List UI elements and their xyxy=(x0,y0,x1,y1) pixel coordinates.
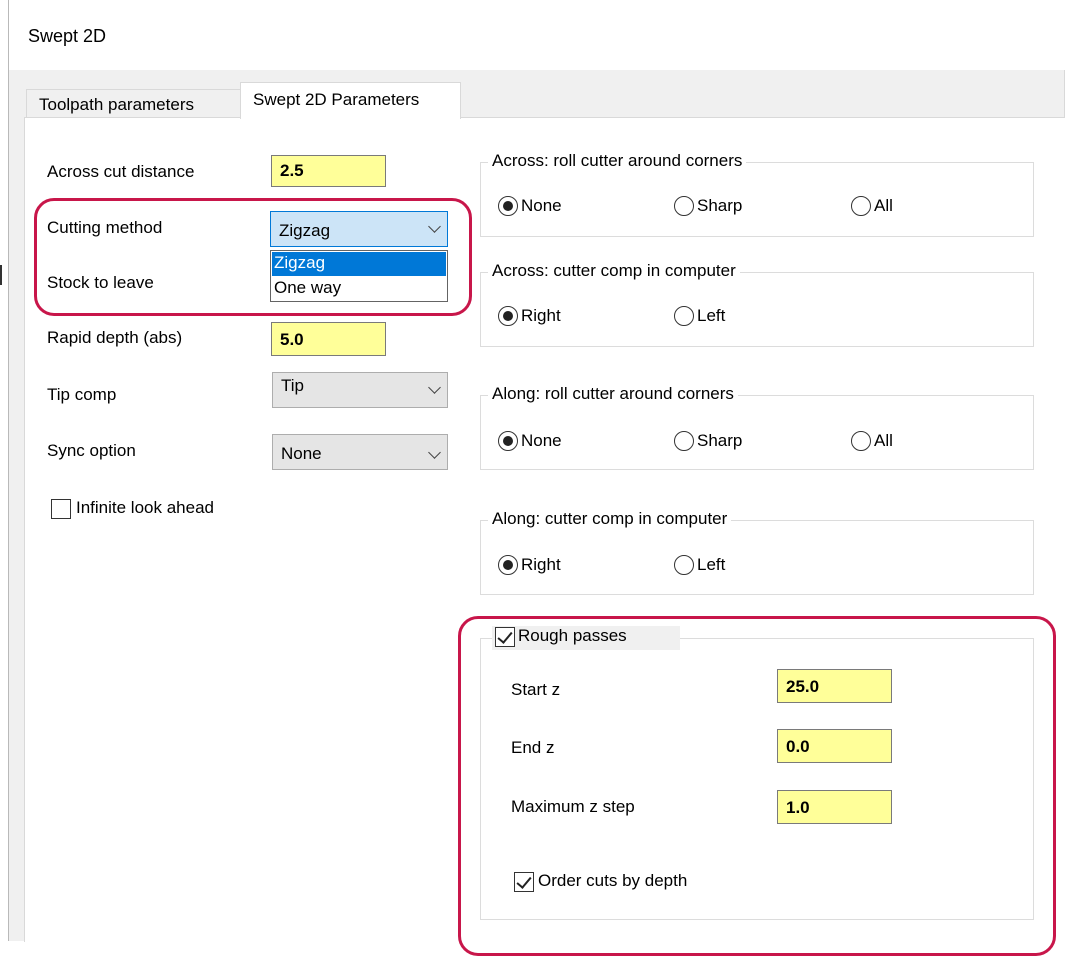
window-title: Swept 2D xyxy=(28,26,107,46)
tab-swept-2d-parameters[interactable]: Swept 2D Parameters xyxy=(240,82,461,119)
along-roll-group xyxy=(480,395,1034,470)
infinite-look-ahead-checkbox[interactable] xyxy=(51,499,71,519)
across-comp-group-title: Across: cutter comp in computer xyxy=(488,261,740,281)
tip-comp-select[interactable]: Tip xyxy=(272,372,448,408)
across-roll-sharp-radio[interactable] xyxy=(674,196,694,216)
tip-comp-label: Tip comp xyxy=(47,385,117,404)
dropdown-option-zigzag[interactable]: Zigzag xyxy=(272,252,446,276)
along-roll-all-label: All xyxy=(874,431,893,450)
sync-option-select[interactable]: None xyxy=(272,434,448,470)
along-roll-sharp-label: Sharp xyxy=(697,431,743,450)
across-roll-all-label: All xyxy=(874,196,893,215)
across-roll-none-label: None xyxy=(521,196,562,215)
tab-toolpath-parameters[interactable]: Toolpath parameters xyxy=(26,89,242,118)
across-roll-sharp-label: Sharp xyxy=(697,196,743,215)
rapid-depth-label: Rapid depth (abs) xyxy=(47,328,183,347)
along-comp-right-label: Right xyxy=(521,555,561,574)
across-comp-group xyxy=(480,272,1034,347)
across-roll-all-radio[interactable] xyxy=(851,196,871,216)
along-roll-none-radio[interactable] xyxy=(498,431,518,451)
edge-marker xyxy=(0,265,2,285)
along-roll-sharp-radio[interactable] xyxy=(674,431,694,451)
cutting-method-dropdown: Zigzag One way xyxy=(270,250,448,302)
along-comp-left-radio[interactable] xyxy=(674,555,694,575)
title-bar xyxy=(0,0,1065,70)
tip-comp-value: Tip xyxy=(281,376,304,395)
along-comp-left-label: Left xyxy=(697,555,726,574)
along-roll-none-label: None xyxy=(521,431,562,450)
sync-option-label: Sync option xyxy=(47,441,136,460)
across-cut-distance-label: Across cut distance xyxy=(47,162,195,181)
along-comp-group xyxy=(480,520,1034,595)
sync-option-value: None xyxy=(281,444,322,463)
along-comp-group-title: Along: cutter comp in computer xyxy=(488,509,732,529)
across-roll-group xyxy=(480,162,1034,237)
across-comp-right-radio[interactable] xyxy=(498,306,518,326)
rapid-depth-input[interactable]: 5.0 xyxy=(271,322,386,356)
across-comp-left-label: Left xyxy=(697,306,726,325)
along-roll-group-title: Along: roll cutter around corners xyxy=(488,384,738,404)
across-comp-left-radio[interactable] xyxy=(674,306,694,326)
infinite-look-ahead-label: Infinite look ahead xyxy=(76,498,214,517)
across-cut-distance-input[interactable]: 2.5 xyxy=(271,155,386,187)
across-roll-none-radio[interactable] xyxy=(498,196,518,216)
across-comp-right-label: Right xyxy=(521,306,561,325)
along-roll-all-radio[interactable] xyxy=(851,431,871,451)
annotation-highlight-rough-passes xyxy=(458,616,1056,956)
along-comp-right-radio[interactable] xyxy=(498,555,518,575)
dropdown-option-one-way[interactable]: One way xyxy=(272,277,446,301)
window-left-border xyxy=(8,0,9,941)
chevron-down-icon xyxy=(428,381,441,394)
chevron-down-icon xyxy=(428,446,441,459)
across-roll-group-title: Across: roll cutter around corners xyxy=(488,151,747,171)
